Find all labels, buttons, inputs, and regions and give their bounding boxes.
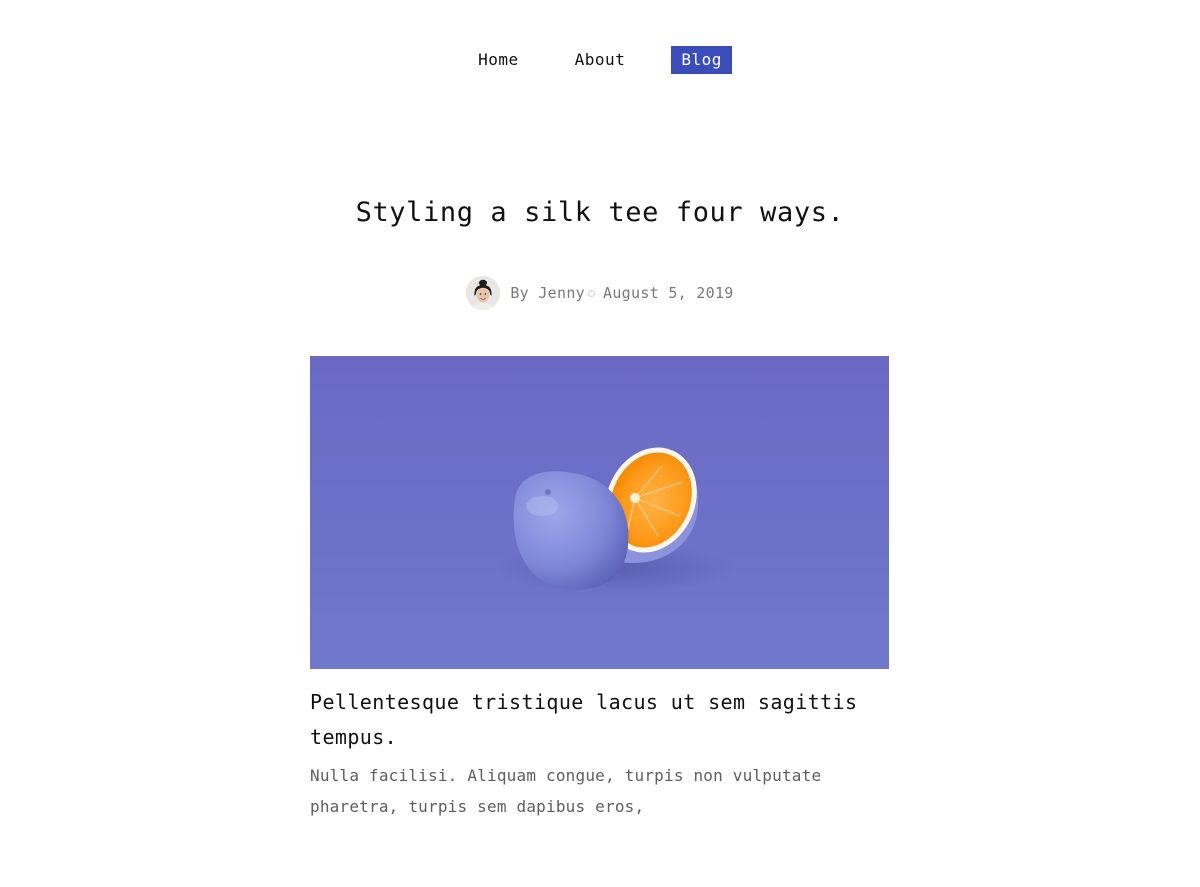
post-excerpt: Nulla facilisi. Aliquam congue, turpis n… bbox=[310, 766, 822, 816]
hero-image bbox=[310, 356, 889, 669]
nav-item-blog[interactable]: Blog bbox=[671, 46, 732, 74]
nav-item-about[interactable]: About bbox=[565, 46, 636, 74]
orange-illustration-icon bbox=[495, 447, 735, 594]
post-meta: By Jenny August 5, 2019 bbox=[0, 276, 1200, 310]
nav-item-home[interactable]: Home bbox=[468, 46, 529, 74]
post-heading[interactable]: Pellentesque tristique lacus ut sem sagi… bbox=[310, 685, 910, 755]
blog-post-page: Home About Blog Styling a silk tee four … bbox=[0, 0, 1200, 887]
author-avatar[interactable] bbox=[466, 276, 501, 310]
post-title: Styling a silk tee four ways. bbox=[355, 197, 845, 228]
separator-dot-icon bbox=[588, 289, 595, 297]
post-date: August 5, 2019 bbox=[603, 284, 734, 302]
author-name[interactable]: By Jenny bbox=[510, 284, 585, 302]
main-nav: Home About Blog bbox=[0, 46, 1200, 74]
